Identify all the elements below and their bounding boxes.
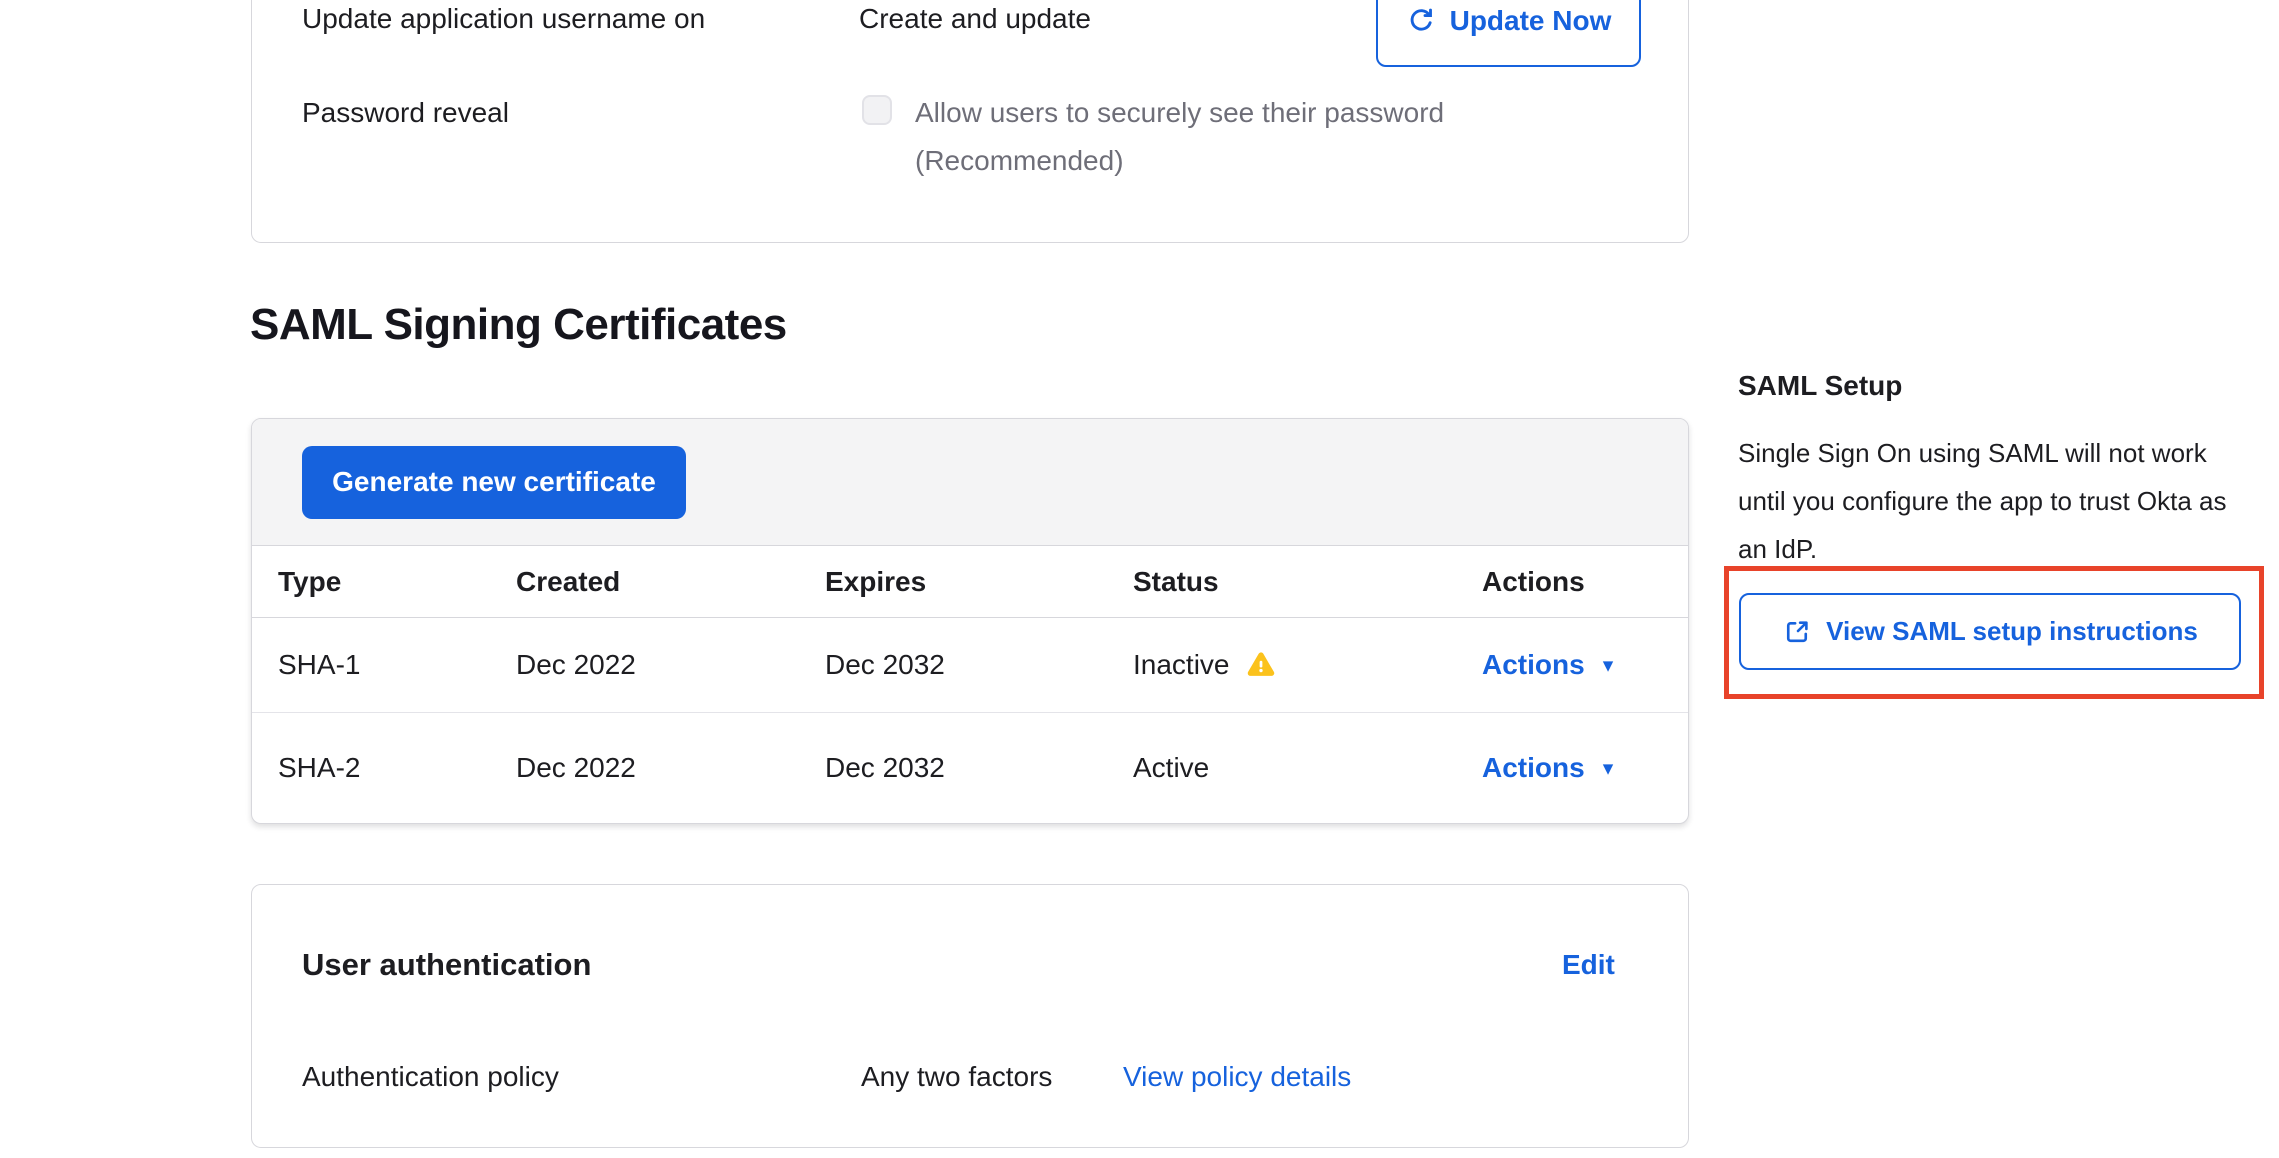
view-policy-details-link[interactable]: View policy details: [1123, 1061, 1351, 1093]
cert-expires: Dec 2032: [799, 649, 1107, 681]
certificates-toolbar: Generate new certificate: [252, 419, 1688, 546]
cert-created: Dec 2022: [490, 752, 799, 784]
column-header-actions: Actions: [1456, 566, 1688, 598]
refresh-icon: [1406, 6, 1436, 36]
caret-down-icon[interactable]: ▾: [1603, 756, 1614, 781]
update-now-button[interactable]: Update Now: [1376, 0, 1641, 67]
actions-dropdown[interactable]: Actions: [1482, 752, 1585, 784]
saml-setup-title: SAML Setup: [1738, 370, 1902, 402]
authentication-policy-value: Any two factors: [861, 1061, 1052, 1093]
generate-certificate-button[interactable]: Generate new certificate: [302, 446, 686, 519]
table-row-sha2: SHA-2 Dec 2022 Dec 2032 Active Actions ▾: [252, 713, 1688, 823]
external-link-icon: [1782, 617, 1812, 647]
cert-expires: Dec 2032: [799, 752, 1107, 784]
edit-link[interactable]: Edit: [1562, 949, 1615, 981]
page: Update application username on Create an…: [0, 0, 2279, 1158]
certificates-table-header: Type Created Expires Status Actions: [252, 546, 1688, 618]
saml-setup-description: Single Sign On using SAML will not work …: [1738, 429, 2258, 573]
update-now-label: Update Now: [1450, 5, 1612, 37]
caret-down-icon[interactable]: ▾: [1603, 653, 1614, 678]
status-text: Inactive: [1133, 649, 1230, 681]
cert-actions: Actions ▾: [1456, 752, 1688, 784]
cert-created: Dec 2022: [490, 649, 799, 681]
view-saml-setup-instructions-button[interactable]: View SAML setup instructions: [1739, 593, 2241, 670]
cert-status: Inactive: [1107, 649, 1456, 681]
actions-dropdown[interactable]: Actions: [1482, 649, 1585, 681]
table-row-sha1: SHA-1 Dec 2022 Dec 2032 Inactive Actions…: [252, 618, 1688, 713]
column-header-type: Type: [252, 566, 490, 598]
password-reveal-label: Password reveal: [302, 97, 509, 129]
view-saml-setup-instructions-label: View SAML setup instructions: [1826, 616, 2198, 647]
cert-type: SHA-1: [252, 649, 490, 681]
column-header-created: Created: [490, 566, 799, 598]
page-title: SAML Signing Certificates: [250, 300, 787, 350]
username-update-value: Create and update: [859, 3, 1091, 35]
password-reveal-checkbox[interactable]: [862, 95, 892, 125]
user-authentication-panel: User authentication Edit Authentication …: [251, 884, 1689, 1148]
saml-certificates-panel: Generate new certificate Type Created Ex…: [251, 418, 1689, 824]
authentication-policy-label: Authentication policy: [302, 1061, 559, 1093]
user-authentication-title: User authentication: [302, 947, 591, 983]
app-settings-panel: Update application username on Create an…: [251, 0, 1689, 243]
password-reveal-description-line2: (Recommended): [915, 145, 1124, 177]
cert-actions: Actions ▾: [1456, 649, 1688, 681]
cert-type: SHA-2: [252, 752, 490, 784]
column-header-expires: Expires: [799, 566, 1107, 598]
username-update-label: Update application username on: [302, 3, 705, 35]
password-reveal-description-line1: Allow users to securely see their passwo…: [915, 97, 1444, 129]
warning-icon: [1246, 650, 1276, 680]
column-header-status: Status: [1107, 566, 1456, 598]
status-text: Active: [1133, 752, 1209, 784]
cert-status: Active: [1107, 752, 1456, 784]
